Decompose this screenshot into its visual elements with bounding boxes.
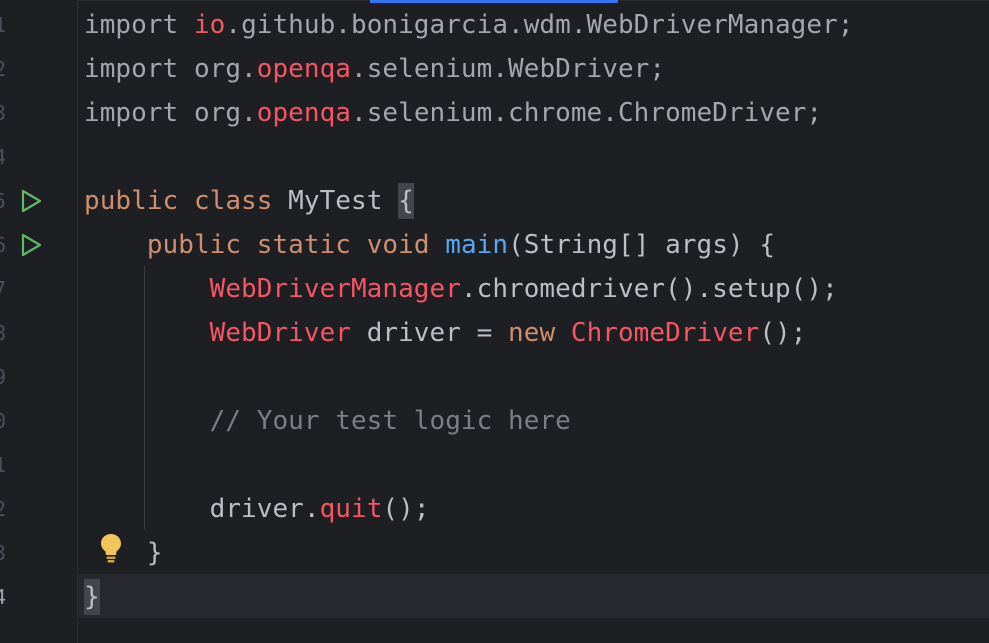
keyword-static: static [256, 230, 367, 260]
current-line-highlight [78, 574, 989, 618]
call-parens: (); [382, 494, 430, 524]
method-name: main [445, 230, 509, 260]
import-path: .github.bonigarcia.wdm.WebDriverManager; [225, 10, 854, 40]
keyword-public: public [84, 186, 194, 216]
matched-brace: { [398, 183, 414, 219]
line-number: 3 [0, 91, 6, 135]
keyword-new: new [508, 318, 571, 348]
code-line-class-declaration[interactable]: public class MyTest { [84, 179, 414, 223]
code-line-comment[interactable]: // Your test logic here [84, 399, 571, 443]
keyword-import: import [84, 98, 194, 128]
code-line-quit[interactable]: driver.quit(); [84, 487, 430, 531]
call-parens: (); [759, 318, 807, 348]
run-icon[interactable] [18, 232, 44, 258]
line-number: 5 [0, 179, 6, 223]
line-number: 0 [0, 399, 6, 443]
keyword-class: class [193, 186, 289, 216]
run-icon[interactable] [18, 188, 44, 214]
line-number: 7 [0, 267, 6, 311]
keyword-void: void [366, 230, 446, 260]
line-number: 2 [0, 487, 6, 531]
line-number: 8 [0, 311, 6, 355]
line-number: 9 [0, 355, 6, 399]
method-call: .chromedriver().setup(); [460, 274, 838, 304]
import-path: org. [193, 54, 257, 84]
unresolved-package: openqa [256, 54, 351, 84]
import-path: .selenium.chrome.ChromeDriver; [351, 98, 823, 128]
line-number: 1 [0, 3, 6, 47]
code-line-method-close[interactable]: } [84, 531, 163, 575]
code-line-import-chromedriver[interactable]: import org.openqa.selenium.chrome.Chrome… [84, 91, 822, 135]
unresolved-symbol: ChromeDriver [570, 318, 760, 348]
line-number: 6 [0, 223, 6, 267]
unresolved-symbol: WebDriverManager [209, 274, 461, 304]
import-path: .selenium.WebDriver; [351, 54, 666, 84]
editor-gutter[interactable]: 1 2 3 4 5 6 7 8 9 0 1 2 3 4 [0, 0, 78, 643]
unresolved-package: openqa [256, 98, 351, 128]
line-number: 4 [0, 135, 6, 179]
variable-ref: driver. [209, 494, 320, 524]
code-editor[interactable]: 1 2 3 4 5 6 7 8 9 0 1 2 3 4 import io.gi… [0, 0, 989, 643]
keyword-import: import [84, 54, 194, 84]
unresolved-package: io [193, 10, 226, 40]
unresolved-symbol: WebDriver [209, 318, 351, 348]
keyword-public: public [146, 230, 257, 260]
code-line-driver-init[interactable]: WebDriver driver = new ChromeDriver(); [84, 311, 807, 355]
code-line-import-webdriver[interactable]: import org.openqa.selenium.WebDriver; [84, 47, 665, 91]
code-line-class-close[interactable]: } [84, 575, 100, 619]
code-line-setup[interactable]: WebDriverManager.chromedriver().setup(); [84, 267, 838, 311]
class-name: MyTest [288, 186, 399, 216]
matched-brace: } [84, 579, 100, 615]
variable-assignment: driver = [350, 318, 509, 348]
closing-brace: } [146, 538, 163, 568]
line-number: 1 [0, 443, 6, 487]
comment: // Your test logic here [209, 406, 571, 436]
keyword-import: import [84, 10, 194, 40]
import-path: org. [193, 98, 257, 128]
code-line-main-method[interactable]: public static void main(String[] args) { [84, 223, 775, 267]
code-line-import-webdrivermanager[interactable]: import io.github.bonigarcia.wdm.WebDrive… [84, 3, 854, 47]
line-number: 3 [0, 531, 6, 575]
line-number: 2 [0, 47, 6, 91]
line-number-current: 4 [0, 575, 6, 619]
unresolved-method: quit [319, 494, 383, 524]
method-params: (String[] args) { [508, 230, 776, 260]
